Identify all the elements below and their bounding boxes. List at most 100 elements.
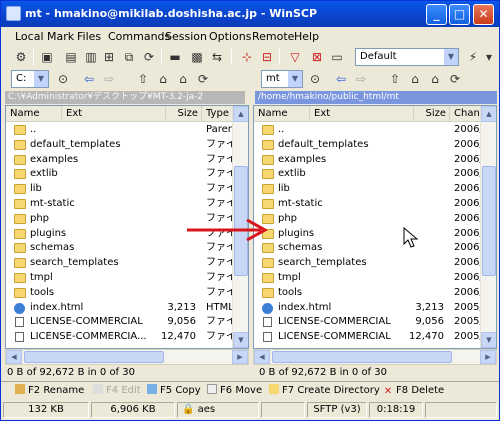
chevron-down-icon[interactable]: ▼ bbox=[288, 71, 302, 87]
back-icon[interactable]: ⇦ bbox=[81, 71, 97, 87]
column-size[interactable]: Size bbox=[166, 106, 202, 122]
local-file-row[interactable]: extlib ファイル bbox=[6, 167, 248, 182]
local-file-row[interactable]: tmpl ファイル bbox=[6, 271, 248, 286]
column-size[interactable]: Size bbox=[414, 106, 450, 122]
menu-help[interactable]: Help bbox=[294, 30, 319, 43]
scroll-right-icon[interactable]: ▶ bbox=[480, 350, 496, 364]
scroll-up-icon[interactable]: ▲ bbox=[233, 106, 248, 122]
scroll-right-icon[interactable]: ▶ bbox=[232, 350, 248, 364]
local-file-row[interactable]: lib ファイル bbox=[6, 182, 248, 197]
menu-mark[interactable]: Mark bbox=[47, 30, 74, 43]
menu-commands[interactable]: Commands bbox=[108, 30, 170, 43]
scroll-down-icon[interactable]: ▼ bbox=[233, 332, 248, 348]
maximize-button[interactable]: □ bbox=[449, 4, 470, 25]
close-button[interactable]: ✕ bbox=[473, 4, 494, 25]
delete-button[interactable]: ✕ F8 Delete bbox=[383, 384, 444, 398]
back-icon[interactable]: ⇦ bbox=[333, 71, 349, 87]
unselect-files-icon[interactable]: ⊟ bbox=[259, 49, 275, 65]
refresh-icon[interactable]: ⟳ bbox=[195, 71, 211, 87]
move-button[interactable]: F6 Move bbox=[207, 384, 262, 398]
forward-icon[interactable]: ⇨ bbox=[101, 71, 117, 87]
minimize-button[interactable]: _ bbox=[426, 4, 447, 25]
remote-horizontal-scrollbar[interactable]: ◀ ▶ bbox=[253, 349, 497, 365]
menu-options[interactable]: Options bbox=[209, 30, 251, 43]
remote-file-row[interactable]: php 2006/C bbox=[254, 212, 496, 227]
remote-vertical-scrollbar[interactable]: ▲ ▼ bbox=[480, 106, 496, 348]
remote-file-row[interactable]: tmpl 2006/C bbox=[254, 271, 496, 286]
scroll-thumb[interactable] bbox=[272, 351, 452, 363]
home-directory-icon[interactable]: ⌂ bbox=[175, 71, 191, 87]
local-file-row[interactable]: index.html 3,213 HTML bbox=[6, 301, 248, 316]
column-name[interactable]: Name bbox=[254, 106, 310, 122]
remote-file-row[interactable]: plugins 2006/C bbox=[254, 227, 496, 242]
putty-icon[interactable]: ▩ bbox=[189, 49, 205, 65]
edit-button[interactable]: F4 Edit bbox=[93, 384, 141, 398]
local-file-row[interactable]: LICENSE-COMMERCIA... 12,470 ファイル bbox=[6, 330, 248, 345]
chevron-down-icon[interactable]: ▾ bbox=[481, 49, 497, 65]
scroll-thumb[interactable] bbox=[24, 351, 164, 363]
local-file-row[interactable]: .. Parent bbox=[6, 123, 248, 138]
remote-file-row[interactable]: schemas 2006/C bbox=[254, 241, 496, 256]
remote-drive-select[interactable]: mt ▼ bbox=[261, 70, 303, 88]
save-session-icon[interactable]: ▤ bbox=[63, 49, 79, 65]
remote-file-row[interactable]: extlib 2006/C bbox=[254, 167, 496, 182]
local-horizontal-scrollbar[interactable]: ◀ ▶ bbox=[5, 349, 249, 365]
console-icon[interactable]: ▬ bbox=[167, 49, 183, 65]
remote-file-row[interactable]: LICENSE-COMMERCIAL 9,056 2005/1 bbox=[254, 315, 496, 330]
scroll-left-icon[interactable]: ◀ bbox=[254, 350, 270, 364]
column-ext[interactable]: Ext bbox=[62, 106, 166, 122]
column-name[interactable]: Name bbox=[6, 106, 62, 122]
menu-session[interactable]: Session bbox=[165, 30, 207, 43]
scroll-thumb[interactable] bbox=[482, 166, 496, 276]
menu-files[interactable]: Files bbox=[77, 30, 101, 43]
chevron-down-icon[interactable]: ▼ bbox=[444, 49, 458, 65]
copy-button[interactable]: F5 Copy bbox=[147, 384, 201, 398]
remote-file-row[interactable]: examples 2006/C bbox=[254, 153, 496, 168]
new-session-icon[interactable]: ▣ bbox=[39, 49, 55, 65]
home-directory-icon[interactable]: ⌂ bbox=[427, 71, 443, 87]
remote-file-row[interactable]: tools 2006/C bbox=[254, 286, 496, 301]
remote-file-row[interactable]: mt-static 2006/C bbox=[254, 197, 496, 212]
filter-icon[interactable]: ▽ bbox=[287, 49, 303, 65]
local-file-row[interactable]: search_templates ファイル bbox=[6, 256, 248, 271]
sync-icon[interactable]: ⧉ bbox=[121, 49, 137, 65]
local-file-row[interactable]: schemas ファイル bbox=[6, 241, 248, 256]
forward-icon[interactable]: ⇨ bbox=[353, 71, 369, 87]
remote-file-row[interactable]: default_templates 2006/C bbox=[254, 138, 496, 153]
queue-icon[interactable]: ⊞ bbox=[101, 49, 117, 65]
root-directory-icon[interactable]: ⌂ bbox=[155, 71, 171, 87]
refresh-icon[interactable]: ⟳ bbox=[447, 71, 463, 87]
remote-file-panel[interactable]: Name Ext Size Chang .. 2006/C default_temp… bbox=[253, 105, 497, 349]
title-bar[interactable]: mt - hmakino@mikilab.doshisha.ac.jp - Wi… bbox=[1, 1, 499, 27]
remote-file-row[interactable]: lib 2006/C bbox=[254, 182, 496, 197]
create-directory-button[interactable]: F7 Create Directory bbox=[269, 384, 380, 398]
chevron-down-icon[interactable]: ▼ bbox=[34, 71, 48, 87]
transfer-settings-icon[interactable]: ▭ bbox=[329, 49, 345, 65]
open-directory-icon[interactable]: ⊙ bbox=[55, 71, 71, 87]
remote-file-row[interactable]: index.html 3,213 2005/1 bbox=[254, 301, 496, 316]
site-icon[interactable]: ⚡ bbox=[465, 49, 481, 65]
select-files-icon[interactable]: ⊹ bbox=[239, 49, 255, 65]
local-file-row[interactable]: LICENSE-COMMERCIAL 9,056 ファイル bbox=[6, 315, 248, 330]
compare-icon[interactable]: ⇆ bbox=[209, 49, 225, 65]
local-file-row[interactable]: tools ファイル bbox=[6, 286, 248, 301]
preferences-icon[interactable]: ⚙ bbox=[13, 49, 29, 65]
transfer-profile-select[interactable]: Default ▼ bbox=[355, 48, 459, 66]
parent-directory-icon[interactable]: ⇧ bbox=[135, 71, 151, 87]
scroll-down-icon[interactable]: ▼ bbox=[481, 332, 496, 348]
local-drive-select[interactable]: C: ▼ bbox=[11, 70, 49, 88]
column-ext[interactable]: Ext bbox=[310, 106, 414, 122]
scroll-left-icon[interactable]: ◀ bbox=[6, 350, 22, 364]
menu-remote[interactable]: Remote bbox=[252, 30, 294, 43]
remote-file-row[interactable]: LICENSE-COMMERCIAL 12,470 2005/1 bbox=[254, 330, 496, 345]
parent-directory-icon[interactable]: ⇧ bbox=[387, 71, 403, 87]
local-file-row[interactable]: default_templates ファイル bbox=[6, 138, 248, 153]
local-file-row[interactable]: examples ファイル bbox=[6, 153, 248, 168]
rename-button[interactable]: F2 Rename bbox=[15, 384, 84, 398]
remote-file-row[interactable]: search_templates 2006/C bbox=[254, 256, 496, 271]
menu-local[interactable]: Local bbox=[15, 30, 44, 43]
remote-file-row[interactable]: .. 2006/C bbox=[254, 123, 496, 138]
local-file-row[interactable]: mt-static ファイル bbox=[6, 197, 248, 212]
open-directory-icon[interactable]: ⊙ bbox=[307, 71, 323, 87]
invert-selection-icon[interactable]: ⊠ bbox=[309, 49, 325, 65]
